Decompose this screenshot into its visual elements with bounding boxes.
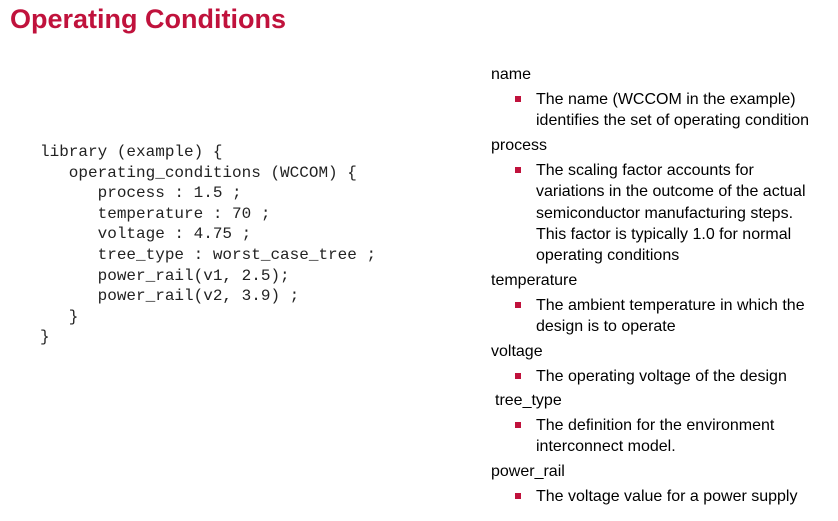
description-tree-type: The definition for the environment inter… [515,415,838,458]
bullet-square-icon [515,421,521,428]
bullet-square-icon [515,166,521,173]
definitions-list: name The name (WCCOM in the example) ide… [491,64,838,510]
code-line: tree_type : worst_case_tree ; [40,245,377,264]
term-name: name [491,66,532,83]
code-line: power_rail(v1, 2.5); [40,266,290,285]
description-line: interconnect model. [536,438,676,456]
bullet-square-icon [515,301,521,308]
code-line: } [40,328,50,347]
term-power-rail: power_rail [491,462,565,480]
description-temperature: The ambient temperature in which the des… [515,295,838,338]
term-voltage: voltage [491,342,543,360]
term-tree-type: tree_type [495,391,562,409]
code-line: library (example) { [40,143,223,161]
bullet-square-icon [515,492,521,499]
description-line: This factor is typically 1.0 for normal [536,225,792,243]
description-line: variations in the outcome of the actual [536,183,806,201]
description-name: The name (WCCOM in the example) identifi… [515,89,838,132]
description-power-rail: The voltage value for a power supply [515,486,838,507]
description-line: The name (WCCOM in the example) [536,91,796,108]
description-process: The scaling factor accounts for variatio… [515,160,838,267]
bullet-square-icon [515,372,521,379]
description-line: The operating voltage of the design [536,367,787,385]
description-line: The definition for the environment [536,416,775,434]
code-line: voltage : 4.75 ; [40,225,252,244]
description-line: identifies the set of operating conditio… [536,112,810,130]
description-line: The scaling factor accounts for [536,161,754,179]
code-line: process : 1.5 ; [40,184,242,203]
bullet-square-icon [515,96,521,102]
description-line: The voltage value for a power supply [536,487,798,505]
code-line: temperature : 70 ; [40,204,271,223]
description-line: operating conditions [536,247,680,265]
slide-title: Operating Conditions [10,4,286,34]
term-process: process [491,136,548,154]
code-line: operating_conditions (WCCOM) { [40,163,357,182]
code-line: power_rail(v2, 3.9) ; [40,287,300,306]
term-temperature: temperature [491,271,578,289]
description-voltage: The operating voltage of the design [515,366,838,387]
code-line: } [40,307,79,326]
description-line: The ambient temperature in which the [536,296,805,314]
code-listing: library (example) { operating_conditions… [40,142,376,348]
description-line: semiconductor manufacturing steps. [536,204,794,222]
description-line: design is to operate [536,318,676,336]
